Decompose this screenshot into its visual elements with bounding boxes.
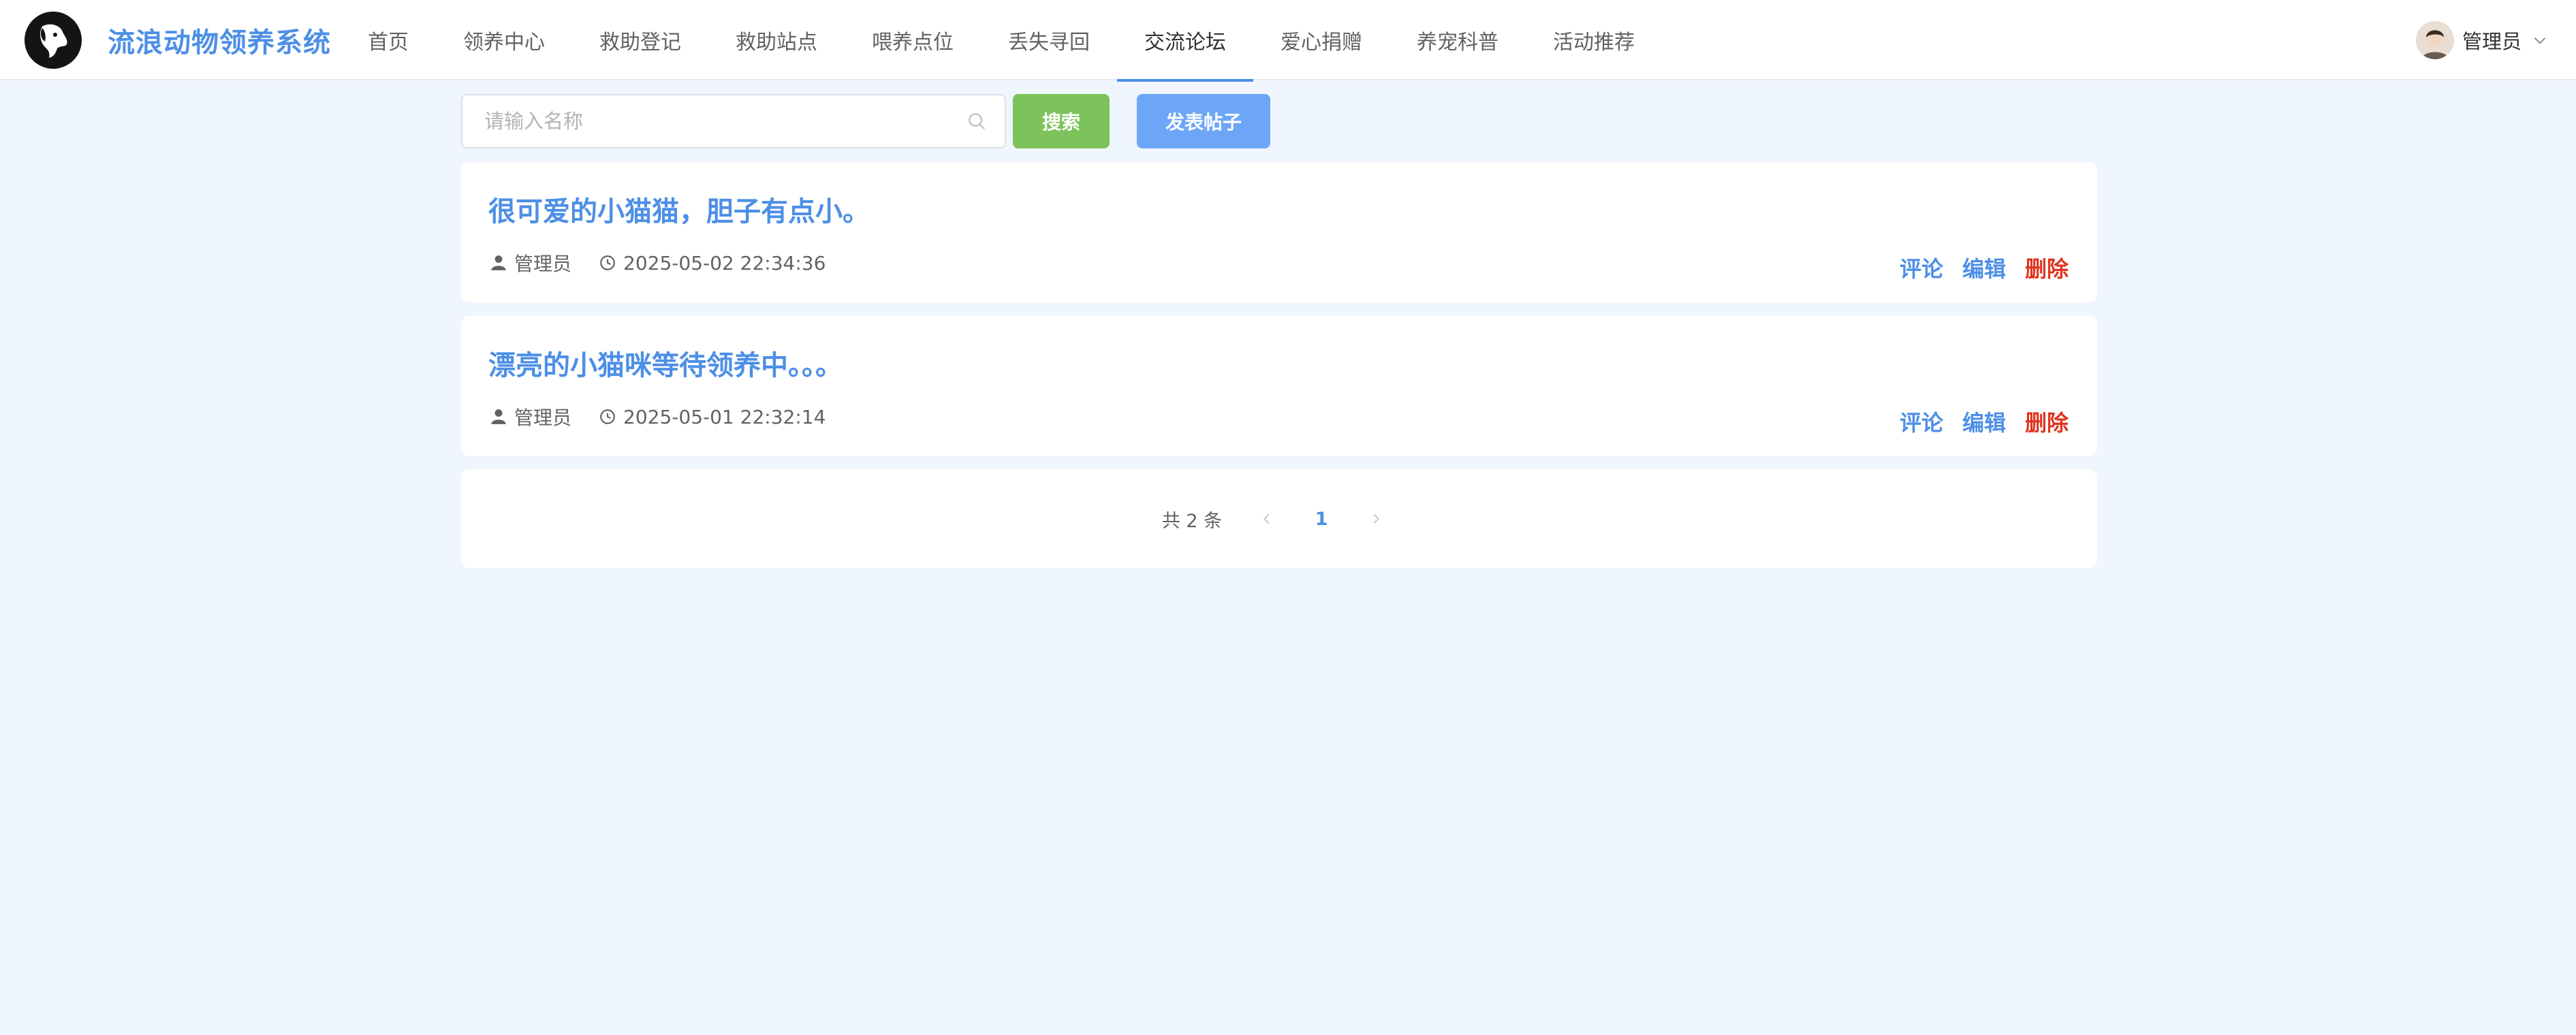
search-icon <box>967 111 987 131</box>
app: 流浪动物领养系统 首页 领养中心 救助登记 救助站点 喂养点位 丢失寻回 交流论… <box>0 0 2576 1035</box>
clock-icon <box>599 254 616 272</box>
post-meta: 管理员 2025-05-02 22:34:36 <box>490 249 826 276</box>
dog-logo-icon <box>25 12 82 69</box>
post-title[interactable]: 很可爱的小猫猫，胆子有点小。 <box>488 189 870 229</box>
nav-item-feeding-points[interactable]: 喂养点位 <box>845 0 981 80</box>
pagination-total: 共 2 条 <box>1161 510 1223 532</box>
new-post-button[interactable]: 发表帖子 <box>1137 94 1270 148</box>
search-input[interactable] <box>483 109 967 133</box>
nav-item-rescue-registration[interactable]: 救助登记 <box>572 0 708 80</box>
chevron-down-icon <box>2534 37 2546 44</box>
nav-item-adoption-center[interactable]: 领养中心 <box>436 0 572 80</box>
post-card: 很可爱的小猫猫，胆子有点小。 管理员 2025-05-02 22:34:36 评… <box>461 162 2097 302</box>
post-actions: 评论 编辑 删除 <box>1881 252 2069 283</box>
nav-item-donation[interactable]: 爱心捐赠 <box>1253 0 1389 80</box>
edit-link[interactable]: 编辑 <box>1962 252 2006 283</box>
next-page-button[interactable] <box>1355 511 1396 526</box>
nav-item-pet-knowledge[interactable]: 养宠科普 <box>1389 0 1526 80</box>
chevron-right-icon <box>1373 513 1380 524</box>
post-actions: 评论 编辑 删除 <box>1881 406 2069 437</box>
post-meta: 管理员 2025-05-01 22:32:14 <box>490 403 826 430</box>
comment-link[interactable]: 评论 <box>1900 406 1943 437</box>
user-icon <box>490 254 507 272</box>
nav-item-lost-found[interactable]: 丢失寻回 <box>981 0 1117 80</box>
pagination: 共 2 条 1 <box>461 470 2097 568</box>
nav-item-home[interactable]: 首页 <box>341 0 436 80</box>
post-list: 很可爱的小猫猫，胆子有点小。 管理员 2025-05-02 22:34:36 评… <box>461 162 2097 470</box>
forum-toolbar: 搜索 发表帖子 <box>461 94 1270 148</box>
prev-page-button[interactable] <box>1246 511 1287 526</box>
post-card: 漂亮的小猫咪等待领养中。。。 管理员 2025-05-01 22:32:14 评… <box>461 316 2097 456</box>
brand[interactable]: 流浪动物领养系统 <box>25 12 331 69</box>
search-button[interactable]: 搜索 <box>1013 94 1110 148</box>
nav-item-forum[interactable]: 交流论坛 <box>1117 0 1253 82</box>
nav-item-events[interactable]: 活动推荐 <box>1526 0 1662 80</box>
user-icon <box>490 408 507 426</box>
post-author: 管理员 <box>514 407 572 429</box>
post-time: 2025-05-01 22:32:14 <box>623 405 826 428</box>
main-nav: 首页 领养中心 救助登记 救助站点 喂养点位 丢失寻回 交流论坛 爱心捐赠 养宠… <box>341 0 1662 82</box>
delete-link[interactable]: 删除 <box>2025 252 2069 283</box>
post-title[interactable]: 漂亮的小猫咪等待领养中。。。 <box>488 343 843 383</box>
top-header: 流浪动物领养系统 首页 领养中心 救助登记 救助站点 喂养点位 丢失寻回 交流论… <box>0 0 2576 82</box>
app-title: 流浪动物领养系统 <box>108 27 331 59</box>
post-author: 管理员 <box>514 253 572 275</box>
post-time: 2025-05-02 22:34:36 <box>623 251 826 274</box>
delete-link[interactable]: 删除 <box>2025 406 2069 437</box>
chevron-left-icon <box>1263 513 1270 524</box>
avatar <box>2415 21 2454 59</box>
edit-link[interactable]: 编辑 <box>1962 406 2006 437</box>
search-field <box>461 94 1006 148</box>
nav-item-rescue-stations[interactable]: 救助站点 <box>708 0 845 80</box>
clock-icon <box>599 408 616 426</box>
comment-link[interactable]: 评论 <box>1900 252 1943 283</box>
page-number-current[interactable]: 1 <box>1301 509 1342 530</box>
user-name: 管理员 <box>2462 30 2522 53</box>
user-menu[interactable]: 管理员 <box>2415 0 2549 80</box>
